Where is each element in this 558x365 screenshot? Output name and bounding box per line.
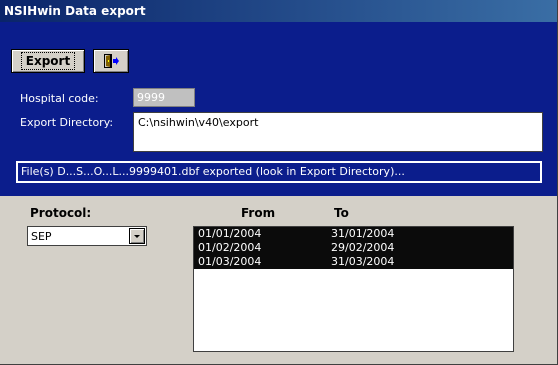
protocol-select-value: SEP [31,230,52,243]
period-to: 31/03/2004 [331,255,395,268]
period-from: 01/02/2004 [198,241,262,254]
list-item[interactable]: 01/01/2004 31/01/2004 [194,227,513,241]
hospital-code-field: 9999 [133,88,195,107]
title-bar: NSIHwin Data export [0,0,557,22]
export-button[interactable]: Export [11,49,85,73]
period-listbox[interactable]: 01/01/2004 31/01/2004 01/02/2004 29/02/2… [193,226,514,352]
export-directory-label: Export Directory: [20,116,114,129]
list-item[interactable]: 01/02/2004 29/02/2004 [194,241,513,255]
to-column-header: To [334,206,349,220]
period-from: 01/03/2004 [198,255,262,268]
chevron-down-icon [134,234,140,238]
hospital-code-label: Hospital code: [20,92,99,105]
export-window: NSIHwin Data export Export Hospital code… [0,0,558,365]
export-directory-field[interactable]: C:\nsihwin\v40\export [133,112,543,152]
protocol-select[interactable]: SEP [27,226,147,246]
period-to: 29/02/2004 [331,241,395,254]
exit-button[interactable] [93,49,129,73]
exit-door-icon [104,54,119,68]
period-to: 31/01/2004 [331,227,395,240]
from-column-header: From [241,206,276,220]
list-item[interactable]: 01/03/2004 31/03/2004 [194,255,513,269]
protocol-label: Protocol: [30,206,92,220]
period-from: 01/01/2004 [198,227,262,240]
status-message: File(s) D...S...O...L...9999401.dbf expo… [16,161,542,183]
protocol-dropdown-button[interactable] [129,228,145,244]
export-button-label: Export [20,52,76,70]
